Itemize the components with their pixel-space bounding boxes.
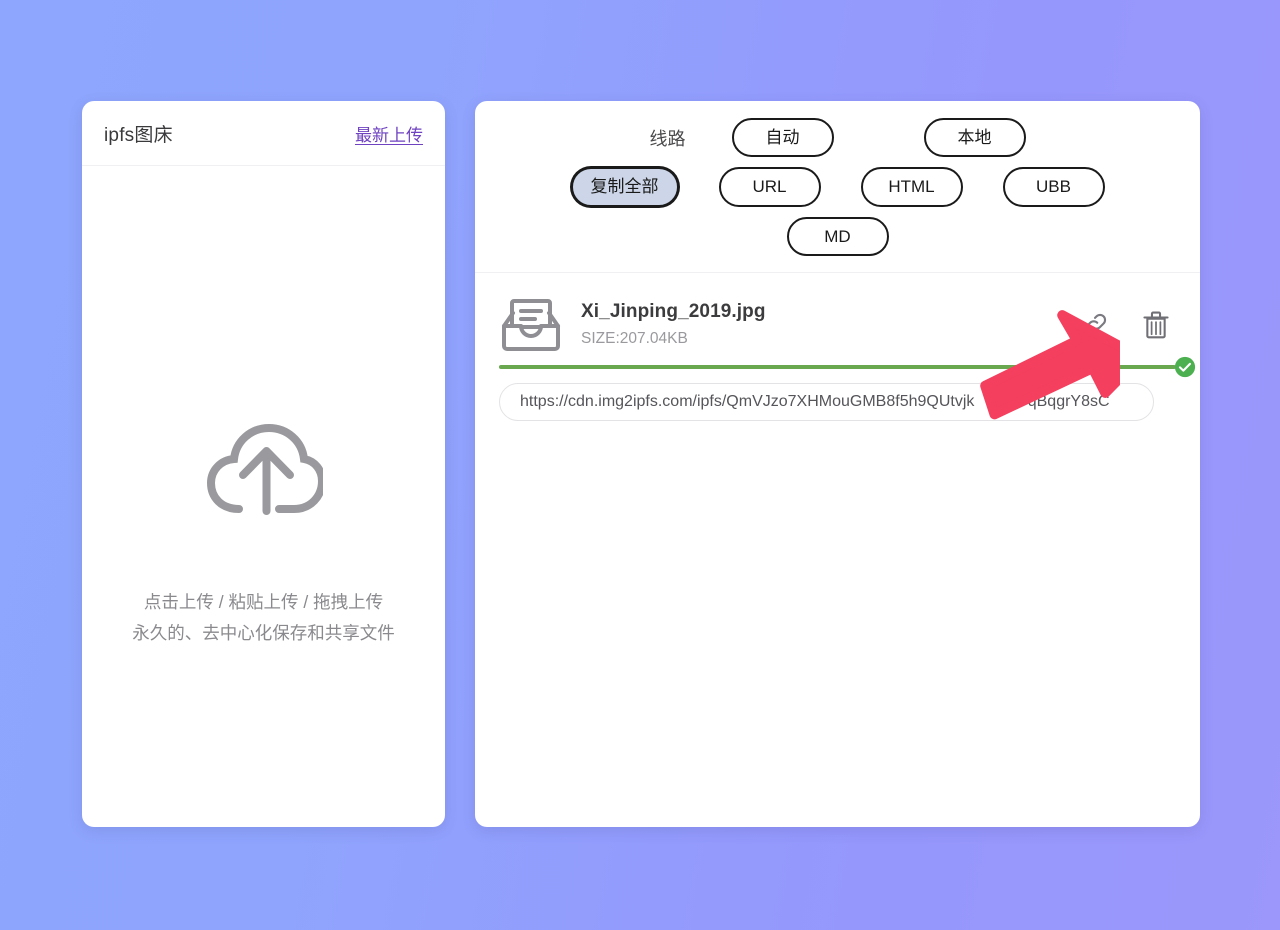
file-list: Xi_Jinping_2019.jpg SIZE:207.04KB <box>475 273 1200 421</box>
progress-bar-fill <box>499 364 1176 369</box>
file-actions <box>1080 310 1176 340</box>
upload-panel-header: ipfs图床 最新上传 <box>82 101 445 166</box>
dropzone-instructions: 点击上传 / 粘贴上传 / 拖拽上传 永久的、去中心化保存和共享文件 <box>132 587 395 649</box>
file-manager-panel: 线路 自动 本地 复制全部 URL HTML UBB MD Xi_Jinping… <box>475 101 1200 827</box>
toolbar-md-row: MD <box>495 216 1180 256</box>
route-label: 线路 <box>649 128 686 149</box>
copy-url-button[interactable]: URL <box>718 167 821 207</box>
route-auto-button[interactable]: 自动 <box>731 118 834 158</box>
toolbar: 线路 自动 本地 复制全部 URL HTML UBB MD <box>475 101 1200 273</box>
copy-ubb-button[interactable]: UBB <box>1002 167 1105 207</box>
latest-uploads-link[interactable]: 最新上传 <box>355 121 423 146</box>
upload-panel: ipfs图床 最新上传 点击上传 / 粘贴上传 / 拖拽上传 永久的、去中心化保… <box>82 101 445 827</box>
route-local-button[interactable]: 本地 <box>923 118 1026 158</box>
cloud-upload-icon <box>206 423 323 515</box>
upload-progress <box>499 356 1196 377</box>
upload-success-check-icon <box>1174 356 1196 377</box>
app-root: ipfs图床 最新上传 点击上传 / 粘贴上传 / 拖拽上传 永久的、去中心化保… <box>0 0 1280 930</box>
page-title: ipfs图床 <box>104 124 173 146</box>
copy-link-icon[interactable] <box>1080 310 1110 340</box>
delete-icon[interactable] <box>1142 310 1170 340</box>
file-row: Xi_Jinping_2019.jpg SIZE:207.04KB <box>499 287 1176 363</box>
copy-all-button[interactable]: 复制全部 <box>570 167 679 207</box>
file-meta: Xi_Jinping_2019.jpg SIZE:207.04KB <box>581 301 1080 348</box>
file-name: Xi_Jinping_2019.jpg <box>581 301 766 323</box>
copy-md-button[interactable]: MD <box>786 216 889 256</box>
inbox-file-icon <box>502 298 560 351</box>
toolbar-route-row: 线路 自动 本地 <box>495 118 1180 158</box>
file-size: SIZE:207.04KB <box>581 330 688 348</box>
toolbar-copy-row: 复制全部 URL HTML UBB <box>495 167 1180 207</box>
dropzone-line-1: 点击上传 / 粘贴上传 / 拖拽上传 <box>143 592 384 612</box>
copy-html-button[interactable]: HTML <box>860 167 963 207</box>
upload-dropzone[interactable]: 点击上传 / 粘贴上传 / 拖拽上传 永久的、去中心化保存和共享文件 <box>82 166 445 827</box>
file-url-input[interactable] <box>499 382 1154 421</box>
file-url-row <box>499 382 1176 421</box>
file-list-item: Xi_Jinping_2019.jpg SIZE:207.04KB <box>475 273 1200 421</box>
dropzone-line-2: 永久的、去中心化保存和共享文件 <box>132 623 395 643</box>
